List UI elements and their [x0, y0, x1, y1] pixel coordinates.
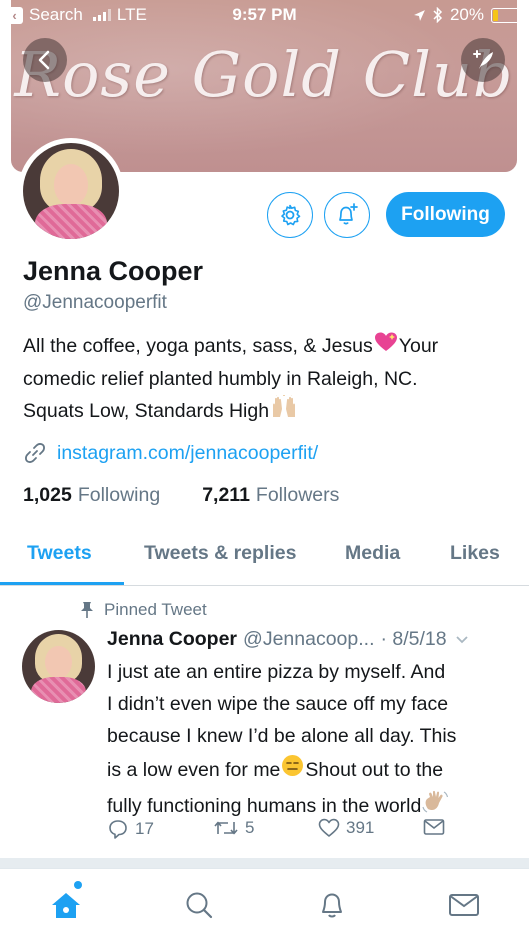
- bio-line-1: All the coffee, yoga pants, sass, & Jesu…: [23, 330, 513, 363]
- chevron-left-icon: [38, 50, 50, 70]
- tab-likes[interactable]: Likes: [450, 542, 500, 565]
- tweet-line: I didn’t even wipe the sauce off my face: [107, 693, 449, 715]
- direct-message-share-button[interactable]: [423, 818, 445, 836]
- expressionless-face-emoji-icon: [281, 754, 304, 787]
- follow-counts: 1,025 Following 7,211 Followers: [23, 484, 339, 507]
- tweet-header: Jenna Cooper @Jennacoop... · 8/5/18: [107, 628, 517, 651]
- envelope-icon: [449, 894, 479, 916]
- gear-icon: [281, 204, 301, 226]
- followers-count[interactable]: 7,211 Followers: [202, 484, 339, 507]
- retweet-count: 5: [245, 818, 255, 837]
- battery-percent: 20%: [449, 5, 484, 24]
- like-count: 391: [346, 818, 375, 837]
- notifications-toggle-button[interactable]: [324, 192, 370, 238]
- location-icon: [414, 9, 425, 21]
- search-icon: [186, 892, 213, 919]
- bell-icon: [322, 893, 342, 918]
- tab-tweets-and-replies[interactable]: Tweets & replies: [144, 542, 296, 565]
- compose-tweet-icon: [473, 50, 493, 69]
- reply-button[interactable]: 17: [107, 818, 154, 840]
- retweet-button[interactable]: 5: [213, 818, 254, 838]
- bio-line-2: comedic relief planted humbly in Raleigh…: [23, 367, 418, 390]
- banner-text: Rose Gold Club: [14, 38, 514, 111]
- tweet-line: I just ate an entire pizza by myself. An…: [107, 661, 446, 683]
- tweet-line: is a low even for me Shout out to the: [107, 754, 517, 787]
- tweet-line: because I knew I’d be alone all day. Thi…: [107, 725, 457, 747]
- active-tab-indicator: [0, 582, 124, 585]
- bio-line-3: Squats Low, Standards High: [23, 393, 513, 429]
- link-icon: [25, 443, 45, 463]
- bio-line-1-text-a: All the coffee, yoga pants, sass, & Jesu…: [23, 335, 373, 357]
- tab-media[interactable]: Media: [345, 542, 400, 565]
- home-icon: [52, 893, 80, 918]
- reply-count: 17: [135, 819, 154, 838]
- tweet-author-handle[interactable]: @Jennacoop...: [243, 628, 374, 651]
- compose-tweet-button[interactable]: [461, 38, 505, 82]
- following-button[interactable]: Following: [386, 192, 505, 237]
- home-unread-dot: [74, 881, 82, 889]
- profile-settings-button[interactable]: [267, 192, 313, 238]
- nav-messages[interactable]: [446, 887, 482, 923]
- profile-bio: All the coffee, yoga pants, sass, & Jesu…: [23, 330, 513, 429]
- following-count[interactable]: 1,025 Following: [23, 484, 160, 507]
- tweet-author-name[interactable]: Jenna Cooper: [107, 628, 237, 651]
- status-bar: ‹ Search LTE 9:57 PM 20%: [0, 0, 529, 30]
- sparkling-heart-emoji-icon: [374, 331, 398, 363]
- profile-name: Jenna Cooper: [23, 256, 204, 286]
- tab-tweets[interactable]: Tweets: [27, 542, 92, 565]
- bell-plus-icon: [339, 203, 358, 225]
- pinned-label: Pinned Tweet: [104, 600, 207, 619]
- heart-icon: [318, 818, 340, 837]
- pinned-indicator: Pinned Tweet: [80, 600, 207, 620]
- raising-hands-emoji-icon: [270, 393, 298, 429]
- battery-icon: [491, 7, 524, 23]
- retweet-icon: [214, 821, 238, 835]
- profile-tabs: Tweets Tweets & replies Media Likes: [0, 530, 529, 586]
- profile-website[interactable]: instagram.com/jennacooperfit/: [23, 441, 318, 465]
- nav-notifications[interactable]: [314, 887, 350, 923]
- tweet-actions: 17 5 391: [107, 818, 457, 846]
- bluetooth-icon: [433, 7, 443, 23]
- nav-home[interactable]: [48, 881, 84, 923]
- envelope-icon: [423, 819, 445, 835]
- bottom-navigation: [0, 868, 529, 940]
- like-button[interactable]: 391: [318, 818, 374, 838]
- tweet-date[interactable]: · 8/5/18: [381, 628, 447, 651]
- profile-handle: @Jennacooperfit: [23, 292, 167, 313]
- chevron-down-icon[interactable]: [455, 635, 469, 645]
- tweet-text[interactable]: I just ate an entire pizza by myself. An…: [107, 656, 517, 825]
- profile-avatar[interactable]: [18, 138, 124, 244]
- bio-line-1-text-b: Your: [398, 335, 439, 357]
- tweet-author-avatar[interactable]: [22, 630, 95, 703]
- nav-search[interactable]: [181, 887, 217, 923]
- website-link[interactable]: instagram.com/jennacooperfit/: [57, 442, 318, 465]
- avatar-image: [23, 143, 119, 239]
- pin-icon: [81, 602, 93, 618]
- bio-line-3-text: Squats Low, Standards High: [23, 400, 270, 422]
- status-right: 20%: [413, 5, 524, 25]
- back-button[interactable]: [23, 38, 67, 82]
- reply-icon: [109, 820, 127, 839]
- section-divider: [0, 858, 529, 868]
